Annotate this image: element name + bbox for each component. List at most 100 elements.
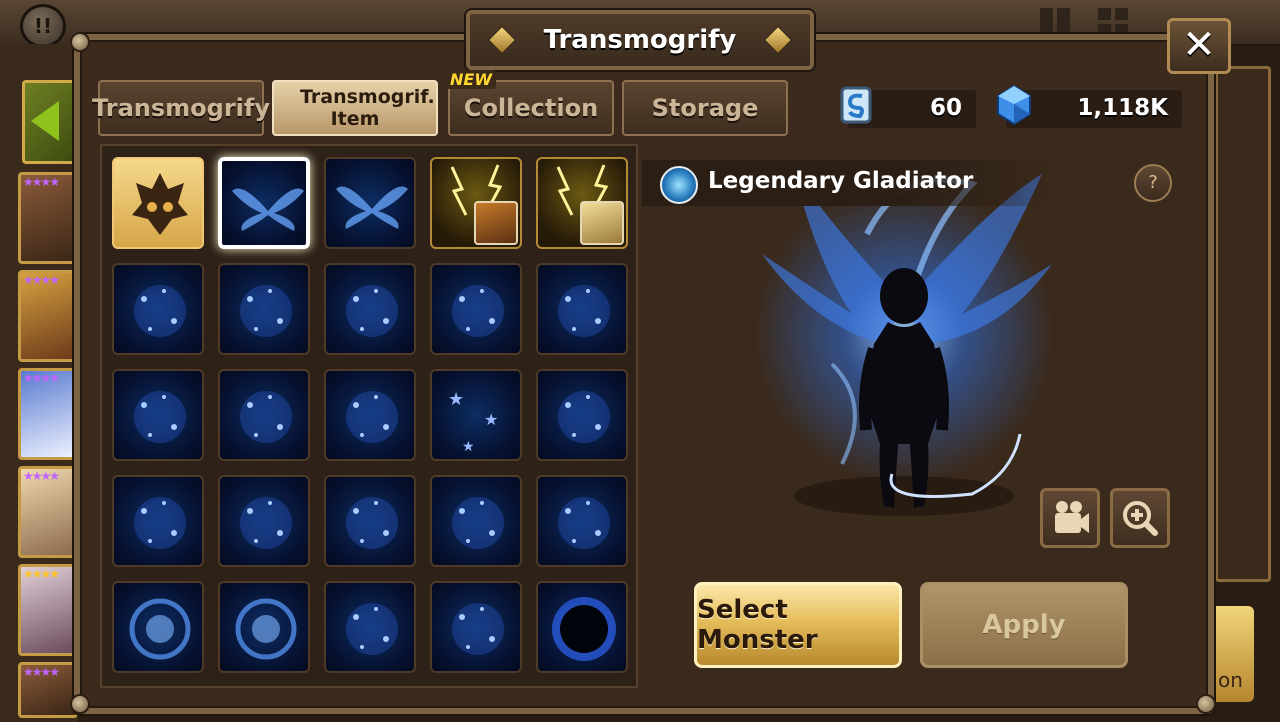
wings-blue-1-icon (232, 188, 304, 231)
tab-transmogrify[interactable]: Transmogrify (92, 80, 270, 136)
frame-rivet (70, 694, 90, 714)
blue-feathers-icon (558, 497, 610, 549)
tab-transmogrif-item[interactable]: Transmogrif. Item (272, 80, 438, 136)
effect-item-blue-twinkle[interactable] (536, 369, 628, 461)
tab-label: Collection (463, 94, 599, 122)
title-ornament-icon (763, 25, 793, 55)
zoom-in-icon (1123, 501, 1158, 536)
crystal-currency: 1,118K (997, 84, 1182, 128)
effect-item-blue-bubbles[interactable] (324, 369, 416, 461)
glow-burst-icon (134, 285, 186, 337)
scroll-currency: 60 (840, 86, 976, 128)
blue-stars-icon: ★ ★ ★ (448, 389, 498, 455)
tab-label: Transmogrify (92, 94, 270, 122)
close-icon: ✕ (1182, 22, 1216, 68)
effect-item-blue-flame-swirl[interactable] (324, 475, 416, 567)
effect-item-blue-mandala[interactable] (324, 581, 416, 673)
background-right-button[interactable]: on (1210, 606, 1254, 702)
monster-thumbnail[interactable]: ★★★★ (18, 564, 78, 656)
blue-flame-swirl-icon (346, 497, 398, 549)
blue-wisps-icon (452, 497, 504, 549)
effect-item-blue-rain[interactable] (218, 475, 310, 567)
blue-mandala-icon (346, 603, 398, 655)
crystal-icon (997, 84, 1031, 126)
effect-item-wings-blue-2[interactable] (324, 157, 416, 249)
video-camera-icon (1055, 501, 1089, 533)
background-right-button-label: on (1218, 668, 1243, 692)
monster-portrait (580, 201, 624, 245)
effect-item-sparkle-cloud[interactable] (218, 263, 310, 355)
sparkle-cloud-icon (240, 285, 292, 337)
monster-thumbnail[interactable]: ★★★★ (18, 368, 78, 460)
gold-crest-icon (132, 173, 188, 235)
tab-storage[interactable]: Storage (622, 80, 788, 136)
blue-orb-icon (235, 598, 297, 660)
tab-label: Storage (651, 94, 759, 122)
monster-thumbnail[interactable]: ★★★★ (18, 172, 78, 264)
crystal-count: 1,118K (1077, 95, 1168, 121)
blue-thorns-icon (452, 603, 504, 655)
effect-item-lightning-portrait-2[interactable] (536, 157, 628, 249)
help-icon: ? (1148, 172, 1158, 193)
title-ornament-icon (487, 25, 517, 55)
effect-item-blue-orb[interactable] (218, 581, 310, 673)
effect-item-blue-fire[interactable] (430, 263, 522, 355)
effect-item-blue-aura[interactable] (112, 475, 204, 567)
back-arrow-icon[interactable] (22, 80, 80, 164)
dialog-title: Transmogrify (543, 25, 737, 55)
background-right-panel (1215, 66, 1271, 582)
blue-bubbles-icon (346, 391, 398, 443)
sparkle-dust-icon (346, 285, 398, 337)
grid-view-icon[interactable] (1098, 8, 1128, 36)
effect-item-dark-ring[interactable] (536, 581, 628, 673)
effect-item-blue-thorns[interactable] (430, 581, 522, 673)
monster-thumbnail[interactable]: ★★★★ (18, 270, 78, 362)
svg-text:★: ★ (462, 439, 475, 455)
help-button[interactable]: ? (1134, 164, 1172, 202)
apply-button[interactable]: Apply (920, 582, 1128, 668)
blue-fire-icon (452, 285, 504, 337)
wings-blue-2-icon (336, 186, 408, 229)
button-label: Apply (982, 610, 1066, 640)
effect-item-blue-vortex[interactable] (112, 581, 204, 673)
svg-text:★: ★ (484, 410, 498, 429)
video-preview-button[interactable] (1040, 488, 1100, 548)
zoom-button[interactable] (1110, 488, 1170, 548)
effect-item-blue-feathers[interactable] (536, 475, 628, 567)
title-plate: Transmogrify (466, 10, 814, 70)
blue-vortex-icon (129, 598, 191, 660)
transmog-scroll-icon (840, 86, 872, 124)
monster-thumbnail[interactable]: ★★★★ (18, 662, 78, 718)
effect-item-lightning-portrait-1[interactable] (430, 157, 522, 249)
preview-title-bar: Legendary Gladiator (642, 160, 1064, 206)
frame-rivet (70, 32, 90, 52)
transmog-swirl-icon (660, 166, 698, 204)
effect-item-blue-mist[interactable] (112, 369, 204, 461)
blue-aura-icon (134, 497, 186, 549)
monster-thumbnail[interactable]: ★★★★ (18, 466, 78, 558)
effect-item-gold-crest[interactable] (112, 157, 204, 249)
effect-item-glow-burst[interactable] (112, 263, 204, 355)
blue-mist-icon (134, 391, 186, 443)
blue-rain-icon (240, 497, 292, 549)
tab-label: Transmogrif. Item (300, 86, 435, 130)
svg-text:★: ★ (448, 389, 464, 410)
effect-item-blue-stars[interactable]: ★ ★ ★ (430, 369, 522, 461)
button-label: Select Monster (697, 595, 818, 655)
blue-hearts-icon (240, 391, 292, 443)
dark-ring-icon (552, 597, 616, 661)
effect-item-wings-blue-1[interactable] (218, 157, 310, 249)
effect-item-blue-wisps[interactable] (430, 475, 522, 567)
chat-icon[interactable]: !! (20, 4, 66, 48)
frame-rivet (1196, 694, 1216, 714)
scroll-count: 60 (929, 95, 962, 121)
select-monster-button[interactable]: Select Monster (694, 582, 902, 668)
effect-item-blue-smoke[interactable] (536, 263, 628, 355)
effect-item-blue-hearts[interactable] (218, 369, 310, 461)
item-name: Legendary Gladiator (708, 168, 974, 194)
close-button[interactable]: ✕ (1167, 18, 1231, 74)
list-view-icon[interactable] (1040, 8, 1070, 36)
monster-portrait (474, 201, 518, 245)
effect-item-sparkle-dust[interactable] (324, 263, 416, 355)
blue-twinkle-icon (558, 391, 610, 443)
